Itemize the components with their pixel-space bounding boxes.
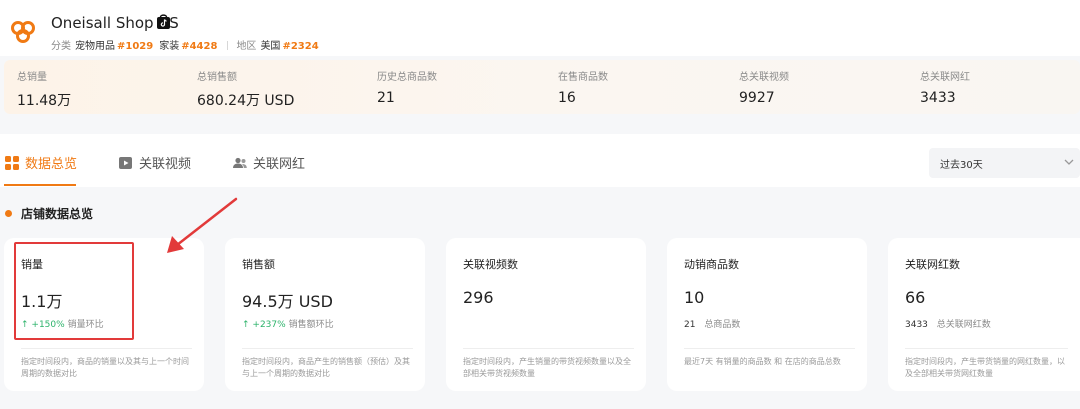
summary-stats: 总销量 11.48万 总销售额 680.24万 USD 历史总商品数 21 在售…	[4, 60, 1080, 114]
total-products-value: 21	[684, 320, 696, 330]
stat-label: 总关联视频	[739, 72, 789, 83]
stat-label: 在售商品数	[558, 72, 608, 83]
card-description: 指定时间段内，产生销量的带货视频数量以及全部相关带货视频数量	[463, 357, 631, 378]
card-revenue: 销售额 94.5万 USD ↑ +237% 销售额环比 指定时间段内，商品产生的…	[225, 238, 425, 391]
active-tab-indicator	[4, 184, 76, 186]
card-description: 最近7天 有销量的商品数 和 在店的商品总数	[684, 357, 841, 366]
card-title: 关联网红数	[905, 258, 960, 271]
tab-influencers[interactable]: 关联网红	[233, 153, 305, 172]
tab-label: 数据总览	[25, 157, 78, 172]
shop-logo-icon	[11, 21, 35, 43]
annotation-arrow-icon	[167, 197, 238, 253]
total-influencers-value: 3433	[905, 320, 928, 330]
change-label: 销售额环比	[288, 320, 334, 330]
change-value: ↑ +237%	[242, 320, 286, 330]
shop-header: Oneisall Shop US 分类 宠物用品 #1029 家装 #4428 地区 美国 #…	[0, 0, 1080, 56]
card-divider	[21, 348, 192, 349]
stat-total-influencers: 总关联网红 3433	[920, 68, 970, 106]
region-rank: #2324	[282, 41, 319, 52]
card-value: 10	[684, 288, 705, 307]
date-range-value: 过去30天	[940, 160, 983, 171]
total-products-label: 总商品数	[704, 320, 741, 330]
card-title: 销售额	[242, 258, 275, 271]
stat-value: 21	[377, 90, 395, 106]
card-divider	[242, 348, 413, 349]
video-icon	[119, 156, 132, 169]
tab-label: 关联网红	[253, 157, 306, 172]
card-change: 3433 总关联网红数	[905, 317, 991, 330]
tab-overview[interactable]: 数据总览	[5, 153, 77, 172]
grid-icon	[5, 155, 19, 170]
stat-label: 总销售额	[197, 72, 237, 83]
section-title: 店铺数据总览	[5, 205, 93, 222]
card-divider	[463, 348, 634, 349]
category-label: 分类	[51, 41, 71, 52]
card-change: ↑ +237% 销售额环比	[242, 317, 334, 330]
category-1[interactable]: 宠物用品	[75, 41, 115, 52]
card-active-products: 动销商品数 10 21 总商品数 最近7天 有销量的商品数 和 在店的商品总数	[667, 238, 867, 391]
card-divider	[684, 348, 855, 349]
card-videos: 关联视频数 296 指定时间段内，产生销量的带货视频数量以及全部相关带货视频数量	[446, 238, 646, 391]
card-value: 94.5万 USD	[242, 292, 333, 311]
tiktok-shop-icon	[157, 14, 170, 29]
shop-meta: 分类 宠物用品 #1029 家装 #4428 地区 美国 #2324	[51, 37, 325, 52]
tab-videos[interactable]: 关联视频	[119, 153, 191, 172]
category-1-rank: #1029	[117, 41, 154, 52]
region: 美国	[260, 41, 281, 52]
section-title-text: 店铺数据总览	[21, 207, 94, 221]
annotation-highlight-box	[14, 242, 134, 340]
stat-total-sales: 总销量 11.48万	[17, 68, 71, 110]
card-change: 21 总商品数	[684, 317, 740, 330]
region-label: 地区	[236, 41, 257, 52]
stat-value: 3433	[920, 90, 956, 106]
meta-divider	[227, 41, 229, 50]
stat-label: 总销量	[17, 72, 47, 83]
category-2[interactable]: 家装	[159, 41, 179, 52]
card-value: 66	[905, 288, 926, 307]
card-divider	[905, 348, 1068, 349]
stat-value: 680.24万 USD	[197, 93, 295, 109]
total-influencers-label: 总关联网红数	[936, 320, 991, 330]
stat-label: 历史总商品数	[377, 72, 437, 83]
stat-value: 16	[558, 90, 576, 106]
card-influencers: 关联网红数 66 3433 总关联网红数 指定时间段内，产生带货销量的网红数量，…	[888, 238, 1080, 391]
date-range-select[interactable]: 过去30天	[929, 148, 1080, 178]
stat-total-videos: 总关联视频 9927	[739, 68, 789, 106]
stat-value: 9927	[739, 90, 775, 106]
category-2-rank: #4428	[181, 41, 218, 52]
card-title: 关联视频数	[463, 258, 518, 271]
chevron-down-icon	[1064, 159, 1074, 165]
card-description: 指定时间段内，产生带货销量的网红数量，以及全部相关带货网红数量	[905, 357, 1065, 378]
stat-total-revenue: 总销售额 680.24万 USD	[197, 68, 294, 110]
section-dot	[5, 210, 12, 217]
tab-bar: 数据总览 关联视频 关联网红 过去30天	[0, 134, 1080, 187]
users-icon	[233, 157, 247, 168]
card-description: 指定时间段内，商品的销量以及其与上一个时间周期的数据对比	[21, 357, 189, 378]
stat-on-sale-products: 在售商品数 16	[558, 68, 608, 106]
stat-label: 总关联网红	[920, 72, 970, 83]
card-title: 动销商品数	[684, 258, 739, 271]
card-description: 指定时间段内，商品产生的销售额（预估）及其与上一个周期的数据对比	[242, 357, 410, 378]
stat-history-products: 历史总商品数 21	[377, 68, 437, 106]
stat-value: 11.48万	[17, 93, 72, 109]
card-value: 296	[463, 288, 494, 307]
tab-label: 关联视频	[139, 157, 192, 172]
